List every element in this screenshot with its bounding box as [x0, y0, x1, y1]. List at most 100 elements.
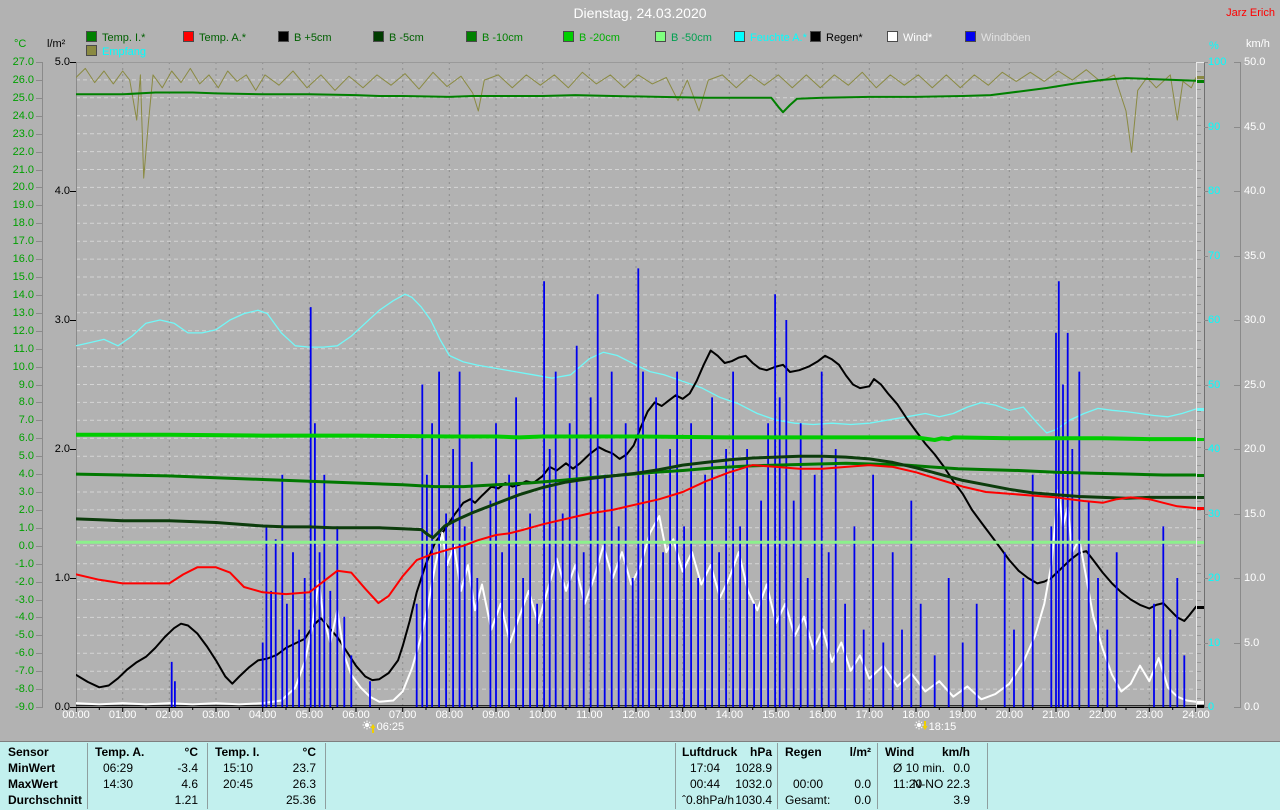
table-value: 1032.0: [682, 777, 772, 791]
legend-item-wind: Wind*: [887, 31, 932, 43]
table-row-label: Sensor: [8, 745, 49, 759]
time-axis-label: 10:00: [521, 709, 565, 721]
temp-axis-label: 18.0: [2, 217, 34, 229]
right-bar-notch: [1197, 349, 1201, 350]
axis-tick: [36, 600, 42, 601]
temp-axis-label: 21.0: [2, 164, 34, 176]
table-column-header: Temp. I.: [215, 745, 259, 759]
humidity-axis-label: 90: [1208, 121, 1232, 133]
temp-axis-label: 0.0: [2, 540, 34, 552]
legend-label: B -5cm: [389, 32, 424, 44]
temp-axis-label: 16.0: [2, 253, 34, 265]
right-bar-notch: [1197, 170, 1201, 171]
temp-axis-label: 2.0: [2, 504, 34, 516]
axis-tick: [1234, 643, 1240, 644]
temp-axis-label: 15.0: [2, 271, 34, 283]
right-bar-notch: [1197, 653, 1201, 654]
axis-tick: [36, 528, 42, 529]
axis-tick: [1204, 643, 1208, 644]
time-axis-label: 17:00: [847, 709, 891, 721]
legend-item-temp-i: Temp. I.*: [86, 31, 145, 43]
axis-tick: [1204, 62, 1208, 63]
temp-axis-label: 8.0: [2, 396, 34, 408]
table-value: 1030.4: [682, 793, 772, 807]
time-axis-label: 07:00: [381, 709, 425, 721]
axis-tick: [70, 449, 76, 450]
right-bar-notch: [1197, 376, 1201, 377]
rain-axis-label: 4.0: [44, 185, 70, 197]
table-column-header: Temp. A.: [95, 745, 144, 759]
right-bar-notch: [1197, 232, 1201, 233]
legend-color-swatch: [655, 31, 666, 42]
axis-tick: [36, 62, 42, 63]
axis-tick: [36, 349, 42, 350]
temp-axis-label: 12.0: [2, 325, 34, 337]
axis-tick: [36, 223, 42, 224]
right-bar-notch: [1197, 671, 1201, 672]
axis-tick: [36, 653, 42, 654]
right-bar-notch: [1197, 152, 1201, 153]
series-current-value-mark: [1197, 408, 1204, 411]
table-value: 1.21: [108, 793, 198, 807]
table-column-unit: °C: [138, 745, 198, 759]
axis-tick: [36, 80, 42, 81]
time-axis-label: 21:00: [1034, 709, 1078, 721]
right-bar-notch: [1197, 519, 1201, 520]
table-separator: [87, 743, 88, 809]
axis-tick: [36, 367, 42, 368]
right-bar-notch: [1197, 680, 1201, 681]
legend-label: B -50cm: [671, 32, 712, 44]
time-axis-label: 11:00: [567, 709, 611, 721]
axis-tick: [36, 98, 42, 99]
right-bar-notch: [1197, 456, 1201, 457]
legend-label: B -20cm: [579, 32, 620, 44]
axis-tick: [70, 191, 76, 192]
right-bar-notch: [1197, 143, 1201, 144]
axis-tick: [1204, 191, 1208, 192]
right-bar-notch: [1197, 483, 1201, 484]
legend-item-b-20cm: B -20cm: [563, 31, 620, 43]
rain-axis-label: 5.0: [44, 56, 70, 68]
table-column-unit: °C: [256, 745, 316, 759]
humidity-axis-label: 20: [1208, 572, 1232, 584]
legend-color-swatch: [278, 31, 289, 42]
right-bar-notch: [1197, 304, 1201, 305]
temp-axis-label: 27.0: [2, 56, 34, 68]
wind-axis-label: 0.0: [1244, 701, 1276, 713]
right-bar-notch: [1197, 420, 1201, 421]
time-axis-label: 19:00: [941, 709, 985, 721]
legend-color-swatch: [86, 31, 97, 42]
axis-tick: [36, 134, 42, 135]
series-current-value-mark: [1197, 438, 1204, 441]
time-axis-label: 24:00: [1174, 709, 1218, 721]
table-separator: [987, 743, 988, 809]
legend-label: Temp. A.*: [199, 32, 246, 44]
time-axis-label: 20:00: [987, 709, 1031, 721]
temp-axis-label: -2.0: [2, 576, 34, 588]
right-bar-notch: [1197, 582, 1201, 583]
humidity-axis-label: 10: [1208, 637, 1232, 649]
series-current-value-mark: [1197, 705, 1204, 708]
series-current-value-mark: [1197, 701, 1204, 704]
legend-item-b-5cm: B -5cm: [373, 31, 424, 43]
temp-axis-label: 13.0: [2, 307, 34, 319]
table-column-unit: km/h: [910, 745, 970, 759]
right-bar-notch: [1197, 107, 1201, 108]
legend-color-swatch: [810, 31, 821, 42]
right-bar-notch: [1197, 205, 1201, 206]
right-bar-notch: [1197, 429, 1201, 430]
temp-axis-label: -1.0: [2, 558, 34, 570]
temp-axis-label: 1.0: [2, 522, 34, 534]
right-bar-notch: [1197, 573, 1201, 574]
axis-tick: [36, 671, 42, 672]
temp-axis-label: -7.0: [2, 665, 34, 677]
legend-label: B +5cm: [294, 32, 332, 44]
right-bar-notch: [1197, 555, 1201, 556]
right-bar-notch: [1197, 250, 1201, 251]
rain-axis-label: 1.0: [44, 572, 70, 584]
legend-label: Feuchte A.*: [750, 32, 807, 44]
legend-label: Regen*: [826, 32, 863, 44]
legend-color-swatch: [887, 31, 898, 42]
time-axis-label: 22:00: [1081, 709, 1125, 721]
axis-tick: [1234, 514, 1240, 515]
